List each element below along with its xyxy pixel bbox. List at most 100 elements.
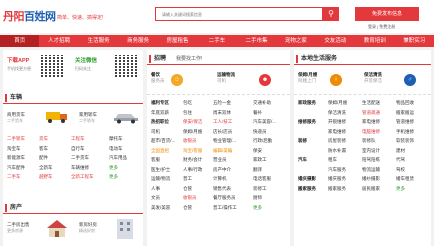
link-item[interactable]: 普工/操作工 — [213, 205, 253, 211]
link-item[interactable]: 生活配送 — [362, 100, 396, 106]
nav-item[interactable]: 生活服务 — [79, 35, 118, 47]
link-item[interactable]: 婚庆摄影 — [298, 176, 328, 182]
link-item[interactable]: 房屋装修 — [328, 138, 362, 144]
link-item[interactable]: 电脑维修 — [362, 129, 396, 135]
link-item[interactable]: 二手车 — [7, 174, 39, 180]
link-item[interactable]: 餐厅服务员 — [213, 195, 253, 201]
link-item[interactable]: 全国直招 — [151, 148, 183, 154]
link-item[interactable]: 全新工程车 — [71, 174, 109, 180]
link-item[interactable]: 保姆/月嫂 — [183, 129, 213, 135]
link-item[interactable]: 车辆维修 — [71, 165, 109, 171]
link-item[interactable]: 汽车美容/... — [253, 119, 289, 125]
link-item[interactable]: 手机维修 — [396, 129, 428, 135]
link-item[interactable]: 包吃 — [183, 100, 213, 106]
link-item[interactable]: 装修 — [298, 138, 328, 144]
nav-item[interactable]: 人才招聘 — [39, 35, 78, 47]
link-item[interactable]: 工人/技工 — [213, 119, 253, 125]
link-item[interactable]: 物品回收 — [396, 100, 428, 106]
new-house-card[interactable]: 新房好房 精选好房 — [79, 222, 97, 234]
link-item[interactable]: 人事/行政 — [183, 167, 213, 173]
link-item[interactable]: 搬家服务 — [328, 186, 362, 192]
service-card-cleaning[interactable]: 保洁清洗 开荒保洁 — [364, 72, 382, 84]
link-item[interactable]: 客车 — [39, 146, 71, 152]
link-item[interactable]: 保洁清洗 — [328, 110, 362, 116]
link-item[interactable]: 开锁维修 — [328, 119, 362, 125]
job-card-logistics[interactable]: 运输物流 司机 — [217, 72, 235, 84]
link-item[interactable]: 仓管 — [183, 186, 213, 192]
link-item[interactable]: 汽车 — [298, 157, 328, 163]
link-item[interactable]: 福利专区 — [151, 100, 183, 106]
link-item[interactable]: 更多 — [109, 174, 141, 180]
link-item[interactable]: 计算机 — [213, 176, 253, 182]
site-logo[interactable]: 丹阳百姓网 — [3, 8, 56, 24]
nav-item[interactable]: 商务服务 — [118, 35, 157, 47]
nav-item[interactable]: 交友活动 — [316, 35, 355, 47]
service-card-nanny[interactable]: 保姆/月嫂 阿姨上门 — [298, 72, 317, 84]
search-button[interactable]: ⚲ — [323, 7, 339, 21]
link-item[interactable]: 物流运输 — [362, 167, 396, 173]
nav-item[interactable]: 首页 — [0, 35, 40, 47]
link-item[interactable]: 交通补助 — [253, 100, 289, 106]
link-item[interactable]: 更多 — [396, 186, 428, 192]
link-item[interactable]: 医生/护士 — [151, 167, 183, 173]
link-item[interactable]: 电话客服 — [253, 176, 289, 182]
link-item[interactable]: 周末双休 — [213, 110, 253, 116]
link-item[interactable]: 超市/百货/... — [151, 138, 183, 144]
link-item[interactable]: 越野车 — [39, 174, 71, 180]
link-item[interactable]: 收银员 — [183, 138, 213, 144]
link-item[interactable]: 仓管 — [183, 205, 213, 211]
link-item[interactable]: 管道维修 — [396, 119, 428, 125]
link-item[interactable]: 室内设计 — [362, 148, 396, 154]
link-item[interactable]: 快递员 — [253, 129, 289, 135]
link-item[interactable]: 摩托车 — [109, 136, 141, 142]
link-item[interactable]: 翻译 — [253, 167, 289, 173]
link-item[interactable]: 人事 — [151, 186, 183, 192]
link-item[interactable]: 编辑/美编 — [213, 148, 253, 154]
link-item[interactable]: 家政服务 — [298, 100, 328, 106]
link-item[interactable]: 收银员 — [183, 195, 213, 201]
link-item[interactable]: 汽车配件 — [7, 165, 39, 171]
link-item[interactable]: 更多 — [109, 165, 141, 171]
link-item[interactable]: 汽车用品 — [109, 155, 141, 161]
download-app-block[interactable]: 下载APP 手机找更方便 — [7, 56, 31, 72]
link-item[interactable]: 行政/后勤 — [253, 138, 289, 144]
link-item[interactable]: 装修队 — [362, 138, 396, 144]
link-item[interactable]: 自行车 — [71, 146, 109, 152]
link-item[interactable]: 物业管理/... — [213, 138, 253, 144]
link-item[interactable]: 家电维修 — [362, 119, 396, 125]
link-item[interactable]: 货车 — [39, 136, 71, 142]
link-item[interactable]: 家电维修 — [328, 129, 362, 135]
link-item[interactable]: 餐补 — [253, 110, 289, 116]
link-item[interactable]: 更多 — [253, 205, 289, 211]
link-item[interactable]: 财务/会计 — [183, 157, 213, 163]
link-item[interactable]: 五险一金 — [213, 100, 253, 106]
link-item[interactable]: 电动车 — [109, 146, 141, 152]
link-item[interactable]: 租车 — [328, 157, 362, 163]
link-item[interactable]: 保姆/月嫂 — [328, 100, 362, 106]
link-item[interactable]: 热招职位 — [151, 119, 183, 125]
link-item[interactable]: 婚庆服务 — [328, 176, 362, 182]
link-item[interactable]: 搬家服务 — [298, 186, 328, 192]
link-item[interactable]: 驾校 — [396, 167, 428, 173]
link-item[interactable]: 淘宝车 — [7, 146, 39, 152]
link-item[interactable]: 陪驾陪练 — [362, 157, 396, 163]
nav-item[interactable]: 教育培训 — [355, 35, 394, 47]
link-item[interactable]: 防水补漏 — [328, 148, 362, 154]
link-item[interactable]: 搬家搬运 — [396, 110, 428, 116]
link-item[interactable]: 汽车服务 — [328, 167, 362, 173]
post-free-button[interactable]: 免费发布信息 — [355, 7, 419, 21]
link-item[interactable]: 二手货车 — [71, 155, 109, 161]
link-item[interactable]: 装修工 — [253, 186, 289, 192]
link-item[interactable]: 店长/店员 — [213, 129, 253, 135]
link-item[interactable]: 婚车租赁 — [396, 176, 428, 182]
link-item[interactable]: 普工 — [183, 176, 213, 182]
link-item[interactable]: 家政工 — [253, 157, 289, 163]
link-item[interactable]: 全新车 — [39, 165, 71, 171]
secondhand-house-card[interactable]: 二手房出售 更多房源 — [7, 222, 30, 234]
nav-item[interactable]: 二手车 — [197, 35, 236, 47]
link-item[interactable]: 厨师 — [253, 195, 289, 201]
link-item[interactable]: 配件 — [39, 155, 71, 161]
link-item[interactable]: 代驾 — [396, 157, 428, 163]
family-car-card[interactable]: 家用轿车 二手轿车 — [79, 112, 97, 124]
link-item[interactable]: 新能源车 — [7, 155, 39, 161]
